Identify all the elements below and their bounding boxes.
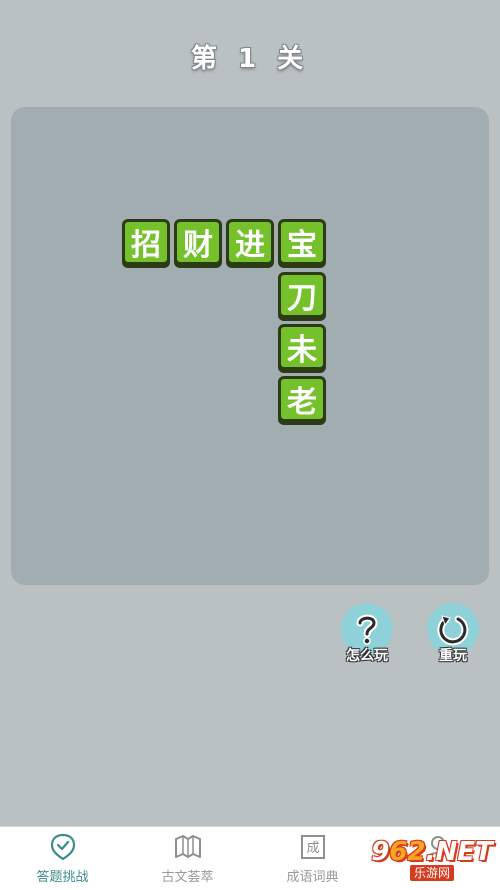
word-tile[interactable]: 宝 xyxy=(278,219,326,265)
svg-text:成: 成 xyxy=(306,841,319,856)
tab-dictionary[interactable]: 成 成语词典 xyxy=(250,827,375,890)
tab-challenge[interactable]: 答题挑战 xyxy=(0,827,125,890)
word-tile[interactable]: 老 xyxy=(278,376,326,422)
watermark-logo: 962.NET 乐游网 xyxy=(370,838,494,882)
question-icon xyxy=(356,614,378,645)
dictionary-icon: 成 xyxy=(299,833,327,861)
tab-classics[interactable]: 古文荟萃 xyxy=(125,827,250,890)
tab-label: 古文荟萃 xyxy=(161,870,214,885)
game-board: 招 财 进 宝 刀 未 老 xyxy=(11,107,489,585)
help-label[interactable]: 怎么玩 xyxy=(327,645,407,665)
restart-icon xyxy=(437,615,469,646)
word-tile[interactable]: 进 xyxy=(226,219,274,265)
word-tile[interactable]: 刀 xyxy=(278,272,326,318)
watermark-sub: 乐游网 xyxy=(409,865,454,881)
book-icon xyxy=(174,833,202,861)
restart-label[interactable]: 重玩 xyxy=(413,645,493,665)
check-badge-icon xyxy=(49,833,77,861)
word-tile[interactable]: 招 xyxy=(122,219,170,265)
tab-label: 成语词典 xyxy=(286,870,339,885)
watermark-main: 962.NET xyxy=(371,837,493,867)
tab-label: 答题挑战 xyxy=(36,870,89,885)
word-tile[interactable]: 未 xyxy=(278,324,326,370)
word-tile[interactable]: 财 xyxy=(174,219,222,265)
level-title: 第 1 关 xyxy=(190,44,310,74)
